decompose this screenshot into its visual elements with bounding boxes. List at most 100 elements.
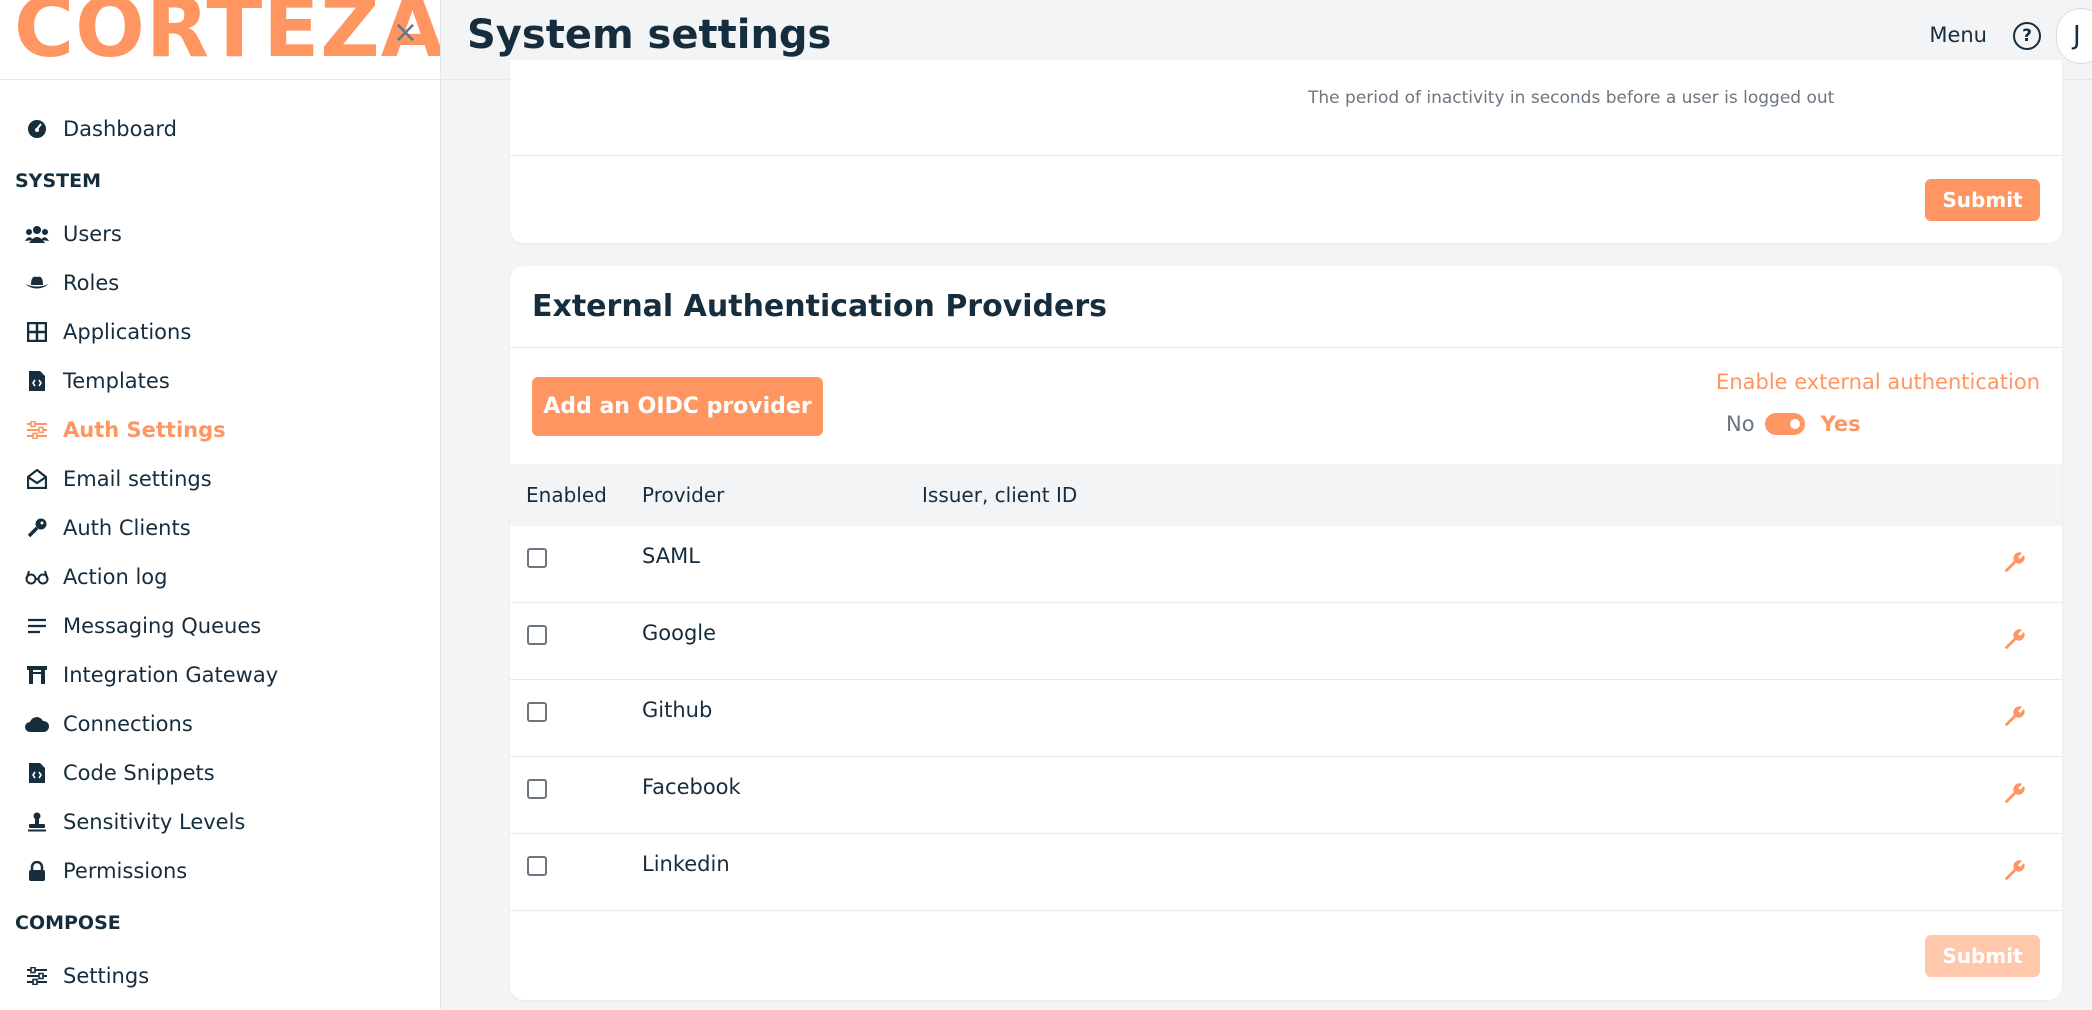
sidebar-item-label: Sensitivity Levels: [63, 809, 246, 834]
provider-enabled-checkbox[interactable]: [527, 548, 547, 568]
wrench-icon[interactable]: [2004, 706, 2026, 728]
sidebar-item-label: Templates: [63, 368, 170, 393]
provider-enabled-checkbox[interactable]: [527, 702, 547, 722]
sidebar-item-label: Dashboard: [63, 116, 177, 141]
add-oidc-provider-button[interactable]: Add an OIDC provider: [532, 377, 823, 436]
wrench-icon[interactable]: [2004, 552, 2026, 574]
glasses-icon: [25, 565, 49, 589]
sidebar-item-integration-gateway[interactable]: Integration Gateway: [0, 650, 440, 699]
section-system-title: SYSTEM: [15, 170, 101, 192]
lock-icon: [25, 859, 49, 883]
sidebar-item-roles[interactable]: Roles: [0, 258, 440, 307]
sidebar-item-dashboard[interactable]: Dashboard: [0, 104, 440, 153]
gateway-icon: [25, 663, 49, 687]
sidebar-item-label: Permissions: [63, 858, 188, 883]
menu-button[interactable]: Menu: [1929, 23, 1987, 47]
sidebar-item-label: Action log: [63, 564, 168, 589]
card-title: External Authentication Providers: [510, 266, 2062, 348]
file-code-icon: [25, 369, 49, 393]
sidebar-item-connections[interactable]: Connections: [0, 699, 440, 748]
table-row: Linkedin: [510, 834, 2062, 911]
envelope-open-icon: [25, 467, 49, 491]
corteza-logo[interactable]: CORTEZA: [14, 0, 440, 70]
sidebar-item-label: Auth Clients: [63, 515, 191, 540]
sidebar-item-label: Integration Gateway: [63, 662, 279, 687]
provider-enabled-checkbox[interactable]: [527, 779, 547, 799]
enable-external-auth-label: Enable external authentication: [1716, 370, 2040, 394]
provider-name: Github: [642, 698, 713, 722]
table-row: Google: [510, 603, 2062, 680]
sidebar: CORTEZA × Dashboard SYSTEM Users Roles A…: [0, 0, 441, 1010]
section-compose-title: COMPOSE: [15, 912, 121, 934]
close-sidebar-icon[interactable]: ×: [393, 18, 418, 48]
page-title: System settings: [467, 12, 832, 58]
sidebar-item-sensitivity-levels[interactable]: Sensitivity Levels: [0, 797, 440, 846]
wrench-icon[interactable]: [2004, 783, 2026, 805]
stamp-icon: [25, 810, 49, 834]
wrench-icon[interactable]: [2004, 629, 2026, 651]
table-row: SAML: [510, 526, 2062, 603]
column-header-enabled[interactable]: Enabled: [526, 483, 607, 507]
sidebar-item-applications[interactable]: Applications: [0, 307, 440, 356]
sidebar-item-label: Settings: [63, 963, 150, 988]
sidebar-item-label: Code Snippets: [63, 760, 215, 785]
toggle-no-label: No: [1726, 412, 1755, 436]
sliders-icon: [25, 418, 49, 442]
help-icon[interactable]: ?: [2013, 22, 2041, 50]
providers-table-body: SAML Google Github Facebook Linkedin: [510, 526, 2062, 911]
sidebar-item-compose-settings[interactable]: Settings: [0, 951, 440, 1000]
sidebar-item-auth-settings[interactable]: Auth Settings: [0, 405, 440, 454]
sidebar-item-permissions[interactable]: Permissions: [0, 846, 440, 895]
provider-name: Facebook: [642, 775, 741, 799]
session-settings-card: The period of inactivity in seconds befo…: [510, 60, 2062, 243]
sidebar-item-email-settings[interactable]: Email settings: [0, 454, 440, 503]
sliders-icon: [25, 964, 49, 988]
cutoff-description: [530, 56, 1050, 68]
sidebar-item-label: Applications: [63, 319, 192, 344]
provider-name: Linkedin: [642, 852, 730, 876]
hat-icon: [25, 271, 49, 295]
column-header-provider[interactable]: Provider: [642, 483, 724, 507]
submit-button[interactable]: Submit: [1925, 179, 2040, 221]
column-header-issuer[interactable]: Issuer, client ID: [922, 483, 1077, 507]
card-footer: Submit: [510, 912, 2062, 1000]
table-row: Facebook: [510, 757, 2062, 834]
toggle-yes-label: Yes: [1820, 412, 1861, 436]
list-icon: [25, 614, 49, 638]
enable-external-auth-toggle-group: No Yes: [1726, 412, 1861, 436]
provider-enabled-checkbox[interactable]: [527, 625, 547, 645]
provider-name: Google: [642, 621, 717, 645]
card-toolbar: Add an OIDC provider Enable external aut…: [510, 348, 2062, 464]
sidebar-item-label: Email settings: [63, 466, 212, 491]
dashboard-icon: [25, 117, 49, 141]
sidebar-item-templates[interactable]: Templates: [0, 356, 440, 405]
sidebar-item-code-snippets[interactable]: Code Snippets: [0, 748, 440, 797]
grid-icon: [25, 320, 49, 344]
submit-button[interactable]: Submit: [1925, 935, 2040, 977]
avatar[interactable]: J: [2056, 8, 2092, 64]
sidebar-item-messaging-queues[interactable]: Messaging Queues: [0, 601, 440, 650]
enable-external-auth-toggle[interactable]: [1764, 413, 1805, 435]
brand-header: CORTEZA ×: [0, 0, 440, 80]
sidebar-nav: Dashboard SYSTEM Users Roles Application…: [0, 80, 440, 1000]
sidebar-item-users[interactable]: Users: [0, 209, 440, 258]
sidebar-item-auth-clients[interactable]: Auth Clients: [0, 503, 440, 552]
sidebar-item-label: Connections: [63, 711, 193, 736]
sidebar-item-label: Messaging Queues: [63, 613, 262, 638]
card-footer: Submit: [510, 155, 2062, 243]
key-icon: [25, 516, 49, 540]
wrench-icon[interactable]: [2004, 860, 2026, 882]
users-icon: [25, 222, 49, 246]
table-row: Github: [510, 680, 2062, 757]
sidebar-item-label: Roles: [63, 270, 120, 295]
sidebar-item-action-log[interactable]: Action log: [0, 552, 440, 601]
providers-table-header: Enabled Provider Issuer, client ID: [510, 464, 2062, 526]
file-code-icon: [25, 761, 49, 785]
external-auth-card: External Authentication Providers Add an…: [510, 266, 2062, 1000]
inactivity-hint: The period of inactivity in seconds befo…: [1308, 88, 1835, 108]
provider-enabled-checkbox[interactable]: [527, 856, 547, 876]
sidebar-item-label: Auth Settings: [63, 417, 226, 442]
cloud-icon: [25, 712, 49, 736]
sidebar-item-label: Users: [63, 221, 122, 246]
provider-name: SAML: [642, 544, 700, 568]
